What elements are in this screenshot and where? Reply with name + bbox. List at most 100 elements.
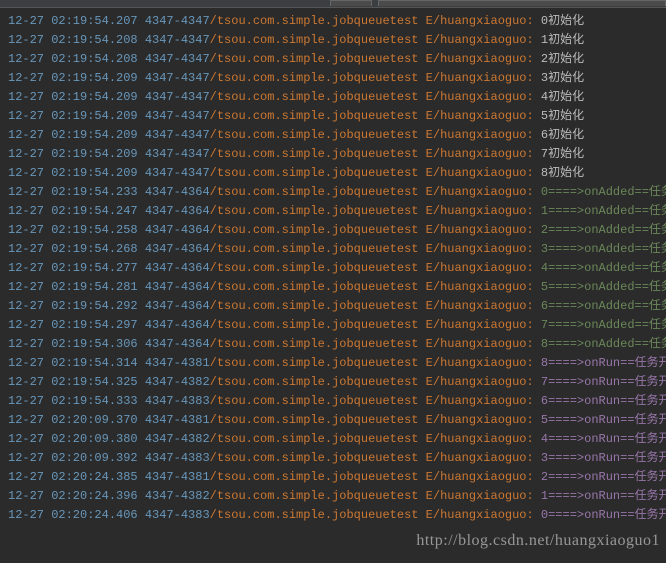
log-pid: 4347-4364 <box>145 299 210 313</box>
log-message: 0初始化 <box>534 14 584 28</box>
log-pid: 4347-4347 <box>145 147 210 161</box>
log-tag: /tsou.com.simple.jobqueuetest E/huangxia… <box>210 432 534 446</box>
log-timestamp: 12-27 02:19:54.281 <box>8 280 138 294</box>
log-tag: /tsou.com.simple.jobqueuetest E/huangxia… <box>210 71 534 85</box>
watermark-text: http://blog.csdn.net/huangxiaoguo1 <box>416 532 660 550</box>
log-pid: 4347-4382 <box>145 489 210 503</box>
log-pid: 4347-4381 <box>145 356 210 370</box>
toolbar-field[interactable] <box>378 0 666 6</box>
log-tag: /tsou.com.simple.jobqueuetest E/huangxia… <box>210 280 534 294</box>
log-timestamp: 12-27 02:19:54.297 <box>8 318 138 332</box>
log-pid: 4347-4364 <box>145 223 210 237</box>
log-timestamp: 12-27 02:19:54.268 <box>8 242 138 256</box>
log-tag: /tsou.com.simple.jobqueuetest E/huangxia… <box>210 128 534 142</box>
log-line: 12-27 02:20:24.385 4347-4381/tsou.com.si… <box>8 468 658 487</box>
log-tag: /tsou.com.simple.jobqueuetest E/huangxia… <box>210 508 534 522</box>
log-timestamp: 12-27 02:19:54.233 <box>8 185 138 199</box>
log-pid: 4347-4382 <box>145 432 210 446</box>
log-line: 12-27 02:19:54.209 4347-4347/tsou.com.si… <box>8 88 658 107</box>
log-message: 6====>onAdded==任务加入队列 <box>534 299 666 313</box>
log-line: 12-27 02:19:54.268 4347-4364/tsou.com.si… <box>8 240 658 259</box>
log-line: 12-27 02:19:54.209 4347-4347/tsou.com.si… <box>8 126 658 145</box>
log-pid: 4347-4364 <box>145 318 210 332</box>
log-tag: /tsou.com.simple.jobqueuetest E/huangxia… <box>210 356 534 370</box>
log-pid: 4347-4381 <box>145 470 210 484</box>
log-timestamp: 12-27 02:19:54.292 <box>8 299 138 313</box>
log-pid: 4347-4364 <box>145 242 210 256</box>
log-tag: /tsou.com.simple.jobqueuetest E/huangxia… <box>210 394 534 408</box>
log-tag: /tsou.com.simple.jobqueuetest E/huangxia… <box>210 489 534 503</box>
log-message: 5====>onAdded==任务加入队列 <box>534 280 666 294</box>
log-pid: 4347-4364 <box>145 204 210 218</box>
log-pid: 4347-4381 <box>145 413 210 427</box>
log-line: 12-27 02:20:09.392 4347-4383/tsou.com.si… <box>8 449 658 468</box>
log-message: 4====>onAdded==任务加入队列 <box>534 261 666 275</box>
log-tag: /tsou.com.simple.jobqueuetest E/huangxia… <box>210 470 534 484</box>
log-tag: /tsou.com.simple.jobqueuetest E/huangxia… <box>210 204 534 218</box>
log-tag: /tsou.com.simple.jobqueuetest E/huangxia… <box>210 14 534 28</box>
log-tag: /tsou.com.simple.jobqueuetest E/huangxia… <box>210 242 534 256</box>
log-message: 4====>onRun==任务开始执行 <box>534 432 666 446</box>
toolbar-tab[interactable] <box>330 0 372 6</box>
log-pid: 4347-4364 <box>145 261 210 275</box>
log-timestamp: 12-27 02:19:54.207 <box>8 14 138 28</box>
log-pid: 4347-4347 <box>145 71 210 85</box>
log-timestamp: 12-27 02:20:24.396 <box>8 489 138 503</box>
log-line: 12-27 02:19:54.281 4347-4364/tsou.com.si… <box>8 278 658 297</box>
log-tag: /tsou.com.simple.jobqueuetest E/huangxia… <box>210 413 534 427</box>
log-message: 2====>onRun==任务开始执行 <box>534 470 666 484</box>
log-timestamp: 12-27 02:20:24.385 <box>8 470 138 484</box>
log-timestamp: 12-27 02:20:09.380 <box>8 432 138 446</box>
log-message: 0====>onRun==任务开始执行 <box>534 508 666 522</box>
log-message: 8====>onAdded==任务加入队列 <box>534 337 666 351</box>
log-timestamp: 12-27 02:19:54.258 <box>8 223 138 237</box>
log-message: 7初始化 <box>534 147 584 161</box>
log-timestamp: 12-27 02:19:54.209 <box>8 128 138 142</box>
log-timestamp: 12-27 02:19:54.209 <box>8 147 138 161</box>
log-line: 12-27 02:19:54.333 4347-4383/tsou.com.si… <box>8 392 658 411</box>
log-timestamp: 12-27 02:19:54.314 <box>8 356 138 370</box>
log-line: 12-27 02:19:54.306 4347-4364/tsou.com.si… <box>8 335 658 354</box>
log-pid: 4347-4383 <box>145 508 210 522</box>
log-tag: /tsou.com.simple.jobqueuetest E/huangxia… <box>210 33 534 47</box>
log-tag: /tsou.com.simple.jobqueuetest E/huangxia… <box>210 109 534 123</box>
log-pid: 4347-4364 <box>145 185 210 199</box>
log-line: 12-27 02:19:54.209 4347-4347/tsou.com.si… <box>8 69 658 88</box>
log-message: 5初始化 <box>534 109 584 123</box>
log-timestamp: 12-27 02:19:54.333 <box>8 394 138 408</box>
log-message: 3====>onRun==任务开始执行 <box>534 451 666 465</box>
log-line: 12-27 02:19:54.247 4347-4364/tsou.com.si… <box>8 202 658 221</box>
log-line: 12-27 02:20:09.370 4347-4381/tsou.com.si… <box>8 411 658 430</box>
log-line: 12-27 02:19:54.208 4347-4347/tsou.com.si… <box>8 31 658 50</box>
log-timestamp: 12-27 02:19:54.247 <box>8 204 138 218</box>
log-message: 1初始化 <box>534 33 584 47</box>
log-tag: /tsou.com.simple.jobqueuetest E/huangxia… <box>210 147 534 161</box>
log-message: 3====>onAdded==任务加入队列 <box>534 242 666 256</box>
log-timestamp: 12-27 02:19:54.209 <box>8 71 138 85</box>
log-pid: 4347-4383 <box>145 451 210 465</box>
log-tag: /tsou.com.simple.jobqueuetest E/huangxia… <box>210 261 534 275</box>
log-line: 12-27 02:19:54.209 4347-4347/tsou.com.si… <box>8 145 658 164</box>
log-timestamp: 12-27 02:19:54.325 <box>8 375 138 389</box>
log-timestamp: 12-27 02:19:54.306 <box>8 337 138 351</box>
log-message: 5====>onRun==任务开始执行 <box>534 413 666 427</box>
log-message: 0====>onAdded==任务加入队列 <box>534 185 666 199</box>
log-pid: 4347-4347 <box>145 52 210 66</box>
log-message: 8初始化 <box>534 166 584 180</box>
log-line: 12-27 02:19:54.277 4347-4364/tsou.com.si… <box>8 259 658 278</box>
log-line: 12-27 02:19:54.258 4347-4364/tsou.com.si… <box>8 221 658 240</box>
log-timestamp: 12-27 02:19:54.209 <box>8 166 138 180</box>
log-line: 12-27 02:19:54.297 4347-4364/tsou.com.si… <box>8 316 658 335</box>
log-pid: 4347-4347 <box>145 14 210 28</box>
log-tag: /tsou.com.simple.jobqueuetest E/huangxia… <box>210 337 534 351</box>
log-message: 7====>onAdded==任务加入队列 <box>534 318 666 332</box>
log-tag: /tsou.com.simple.jobqueuetest E/huangxia… <box>210 223 534 237</box>
log-pid: 4347-4347 <box>145 128 210 142</box>
log-line: 12-27 02:19:54.292 4347-4364/tsou.com.si… <box>8 297 658 316</box>
log-output: 12-27 02:19:54.207 4347-4347/tsou.com.si… <box>0 8 666 529</box>
log-line: 12-27 02:19:54.209 4347-4347/tsou.com.si… <box>8 107 658 126</box>
log-line: 12-27 02:19:54.207 4347-4347/tsou.com.si… <box>8 12 658 31</box>
log-line: 12-27 02:20:24.406 4347-4383/tsou.com.si… <box>8 506 658 525</box>
log-tag: /tsou.com.simple.jobqueuetest E/huangxia… <box>210 90 534 104</box>
log-pid: 4347-4364 <box>145 337 210 351</box>
